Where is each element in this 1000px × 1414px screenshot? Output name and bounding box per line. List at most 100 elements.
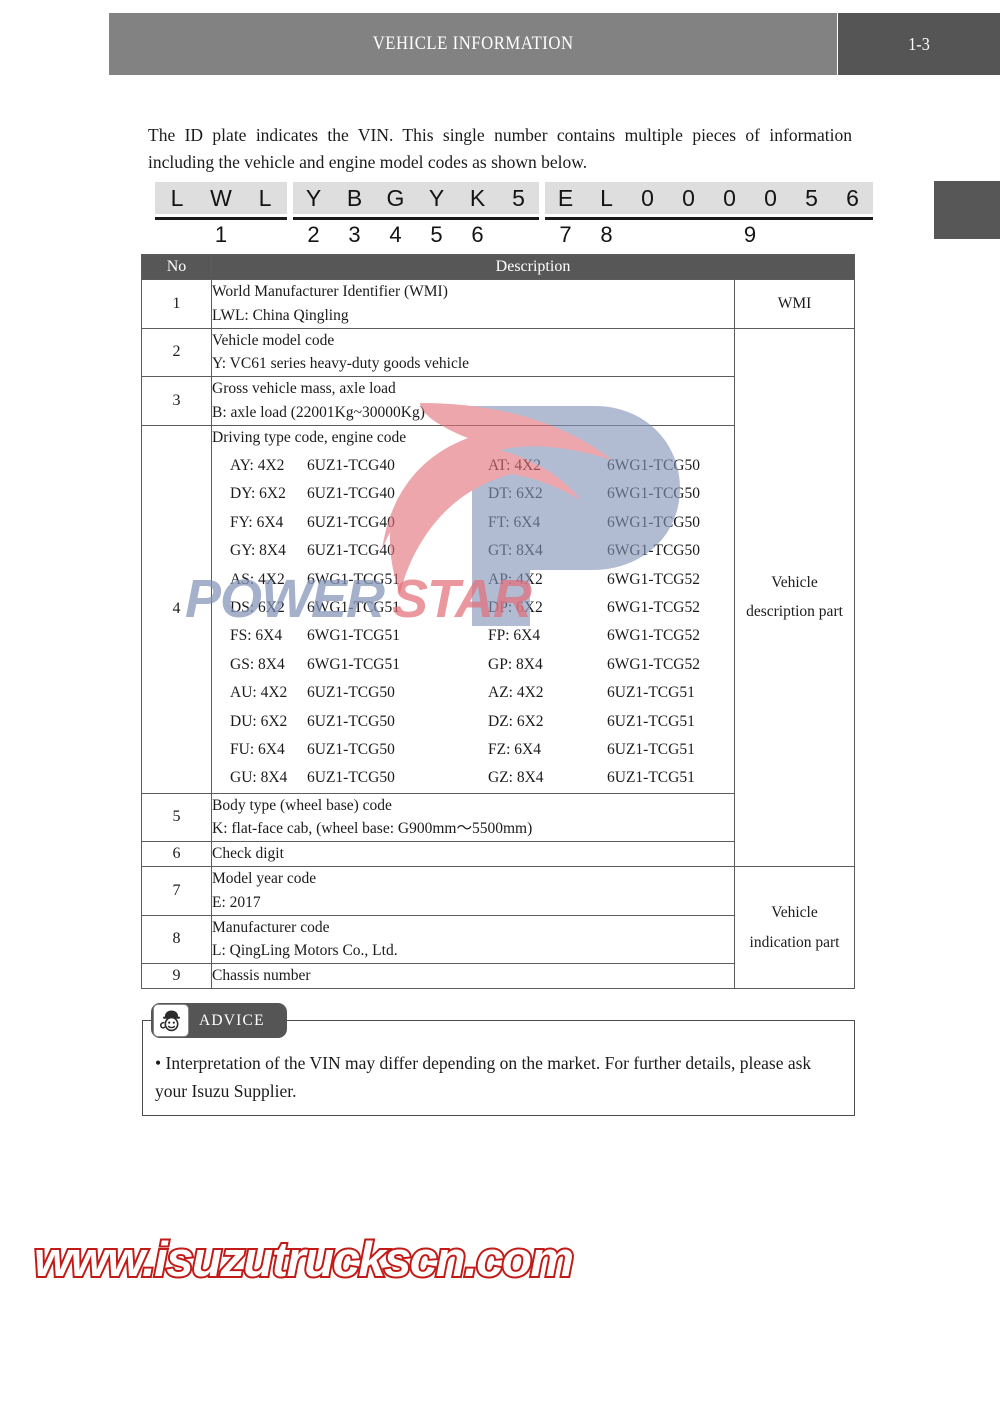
code-cell: 6WG1-TCG52 [607,627,700,645]
code-cell: DZ: 6X2 [488,712,544,730]
row-description: Chassis number [211,963,735,990]
code-cell: 6UZ1-TCG51 [607,684,695,702]
description-line: Manufacturer code [212,918,330,936]
vin-char: G [386,184,405,211]
description-line: Check digit [212,845,284,863]
mechanic-icon-glyph [160,1010,180,1031]
code-cell: 6UZ1-TCG51 [607,769,695,787]
vin-group-3-chars: E L 0 0 0 0 5 6 [545,182,873,214]
row-number: 7 [141,866,212,916]
code-cell: AP: 4X2 [488,570,543,588]
row-description: Check digit [211,841,735,867]
vin-char: Y [305,184,322,211]
vin-char: L [600,184,613,211]
advice-tab: ADVICE [151,1003,287,1038]
page-number: 1-3 [908,33,930,54]
code-cell: FS: 6X4 [230,627,283,645]
vin-char: Y [428,184,445,211]
code-cell: AY: 4X2 [230,456,285,474]
description-line: Y: VC61 series heavy-duty goods vehicle [212,355,470,373]
code-cell: 6UZ1-TCG51 [607,741,695,759]
row-description: Body type (wheel base) code K: flat-face… [211,792,735,843]
description-line: World Manufacturer Identifier (WMI) [212,283,448,300]
vin-diagram: L W L 1 Y B G Y K 5 2 3 4 5 6 E L 0 0 0 … [155,182,873,248]
part-label-line: Vehicle [771,573,818,591]
code-cell: FY: 6X4 [230,513,284,531]
code-cell: 6WG1-TCG50 [607,485,700,503]
code-cell: GS: 8X4 [230,655,285,673]
code-cell: DY: 6X2 [230,485,286,503]
row-number: 8 [141,914,212,965]
code-cell: 6UZ1-TCG40 [307,456,395,474]
code-cell: GT: 8X4 [488,542,543,560]
code-cell: 6WG1-TCG51 [307,570,400,588]
vin-segment-number: 9 [743,222,757,247]
code-cell: 6WG1-TCG50 [607,513,700,531]
vin-group-3: E L 0 0 0 0 5 6 7 8 9 [545,182,873,248]
vin-segment-number: 7 [559,222,572,247]
code-cell: DU: 6X2 [230,712,288,730]
code-cell: DS: 6X2 [230,599,285,617]
row-number: 4 [141,424,212,794]
code-cell: 6UZ1-TCG40 [307,542,395,560]
header-page-number-bar: 1-3 [838,13,1000,75]
code-cell: FP: 6X4 [488,627,541,645]
header-title-bar: VEHICLE INFORMATION [109,13,837,75]
margin-thumb-tab [934,181,1000,239]
code-cell: AT: 4X2 [488,456,542,474]
code-cell: FZ: 6X4 [488,741,541,759]
row-description: Model year code E: 2017 [211,866,735,916]
code-cell: FT: 6X4 [488,513,541,531]
vin-char: W [210,184,232,211]
vin-group-2-underline [293,217,539,220]
vin-segment-number: 8 [600,222,613,247]
code-cell: 6WG1-TCG51 [307,627,400,645]
code-cell: GY: 8X4 [230,542,286,560]
row-number: 6 [141,841,212,867]
vin-char: 5 [805,184,818,211]
row-description: Gross vehicle mass, axle load B: axle lo… [211,376,735,426]
vin-description-table: No Description 1 World Manufacturer Iden… [141,254,855,990]
vin-segment-number: 2 [307,222,320,247]
code-cell: 6UZ1-TCG50 [307,769,395,787]
vin-segment-number: 4 [389,222,402,247]
code-cell: 6UZ1-TCG50 [307,712,395,730]
vin-group-3-numbers: 7 8 9 [545,222,873,248]
row-description: World Manufacturer Identifier (WMI) LWL:… [211,279,735,329]
vin-char: K [469,184,486,211]
site-url-watermark: www.isuzutruckscn.com [32,1231,576,1289]
vin-char: 0 [764,184,777,211]
code-cell: DT: 6X2 [488,485,543,503]
advice-box: ADVICE • Interpretation of the VIN may d… [142,1003,855,1116]
vin-group-3-underline [545,217,873,220]
vin-group-1-chars: L W L [155,182,287,214]
description-line: LWL: China Qingling [212,306,349,324]
description-line: Gross vehicle mass, axle load [212,380,396,398]
vin-group-2-numbers: 2 3 4 5 6 [293,222,539,248]
vin-char: 5 [512,184,525,211]
part-label-line: description part [746,603,843,621]
description-line: Vehicle model code [212,331,335,349]
description-line: K: flat-face cab, (wheel base: G900mm～55… [212,820,533,838]
vin-group-1: L W L 1 [155,182,287,248]
description-line: B: axle load (22001Kg~30000Kg) [212,404,425,422]
vin-segment-number: 1 [214,222,228,247]
description-line: Body type (wheel base) code [212,796,392,814]
code-cell: 6UZ1-TCG51 [607,712,695,730]
part-label-wmi: WMI [734,279,855,329]
description-line: L: QingLing Motors Co., Ltd. [212,942,398,960]
vin-char: 6 [846,184,859,211]
row-description: Vehicle model code Y: VC61 series heavy-… [211,327,735,378]
column-header-description: Description [211,254,855,280]
vin-group-1-underline [155,217,287,220]
code-cell: GU: 8X4 [230,769,288,787]
code-cell: 6UZ1-TCG50 [307,684,395,702]
mechanic-icon [153,1004,189,1037]
description-line: Model year code [212,870,317,887]
page-header: VEHICLE INFORMATION 1-3 [109,13,1000,75]
vin-char: 0 [641,184,654,211]
row-description: Driving type code, engine code AY: 4X2 6… [211,424,735,794]
code-cell: 6UZ1-TCG40 [307,485,395,503]
vin-group-2: Y B G Y K 5 2 3 4 5 6 [293,182,539,248]
code-cell: 6WG1-TCG51 [307,655,400,673]
